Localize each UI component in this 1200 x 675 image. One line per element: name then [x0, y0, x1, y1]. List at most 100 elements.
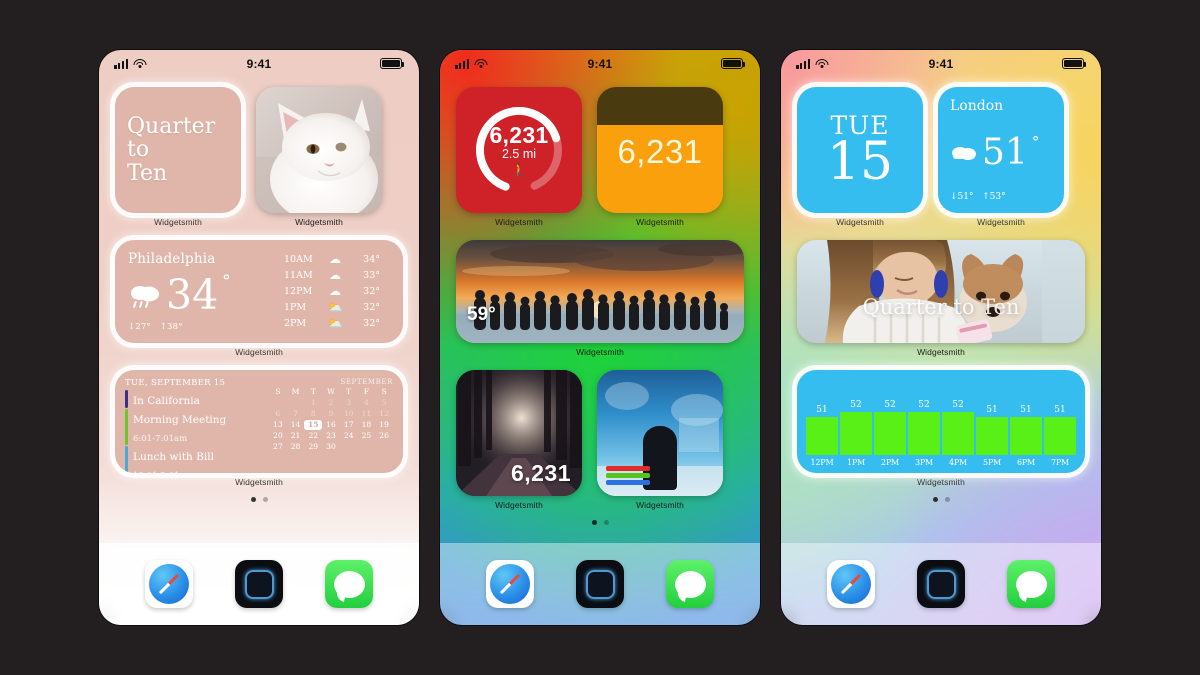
page-dots-2[interactable]	[456, 510, 744, 525]
messages-icon[interactable]	[666, 560, 714, 608]
chart-value-label: 51	[986, 405, 998, 415]
calendar-day[interactable]: 29	[304, 442, 322, 452]
calendar-day[interactable]: 4	[358, 398, 376, 408]
status-time: 9:41	[246, 56, 272, 71]
photo-caption: Quarter to Ten	[862, 294, 1020, 319]
calendar-day[interactable]: 10	[340, 409, 358, 419]
hour-temp: 34°	[363, 253, 380, 265]
chart-column: 52 4PM	[942, 378, 974, 467]
page-dots-3[interactable]	[797, 487, 1085, 502]
event-color-bar	[125, 445, 128, 473]
forest-steps-value: 6,231	[510, 460, 571, 486]
calendar-day[interactable]: 13	[269, 420, 287, 430]
widget-slot-weather-1: Philadelphia 34 ° ↓27° ↑38° 10AM ☁ 34° 1…	[115, 240, 403, 357]
white-cat-photo	[256, 87, 382, 213]
widgetsmith-icon[interactable]	[917, 560, 965, 608]
calendar-day[interactable]: 14	[287, 420, 305, 430]
hourly-temperature-chart-widget[interactable]: 51 12PM 52 1PM 52 2PM 52 3PM 52 4PM 51 5PM 51 6PM 51 7P…	[797, 370, 1085, 473]
sun-cloud-icon: ⛅	[327, 300, 343, 314]
calendar-day[interactable]: 12	[375, 409, 393, 419]
calendar-day[interactable]: 27	[269, 442, 287, 452]
widget-label: Widgetsmith	[235, 347, 283, 357]
calendar-day[interactable]: 17	[340, 420, 358, 430]
calendar-day[interactable]: 28	[287, 442, 305, 452]
calendar-day	[287, 398, 305, 408]
widget-label: Widgetsmith	[977, 217, 1025, 227]
calendar-day[interactable]: 11	[358, 409, 376, 419]
calendar-dow: F	[363, 387, 370, 396]
london-weather-widget[interactable]: London 51 ° ↓51° ↑53°	[938, 87, 1064, 213]
quarter-to-ten-widget[interactable]: Quarter to Ten	[115, 87, 241, 213]
weather-city: London	[950, 98, 1004, 114]
calendar-day[interactable]: 26	[375, 431, 393, 441]
widget-slot-chart: 51 12PM 52 1PM 52 2PM 52 3PM 52 4PM 51 5PM 51 6PM 51 7P…	[797, 370, 1085, 487]
calendar-day-today[interactable]: 15	[304, 420, 323, 430]
steps-count-widget[interactable]: 6,231	[597, 87, 723, 213]
calendar-day[interactable]: 7	[287, 409, 305, 419]
calendar-day[interactable]: 6	[269, 409, 287, 419]
calendar-day[interactable]: 18	[358, 420, 376, 430]
chart-category-label: 4PM	[948, 458, 968, 467]
event-time: 6:01-7:01am	[133, 433, 188, 444]
messages-icon[interactable]	[1007, 560, 1055, 608]
calendar-header: TUE, SEPTEMBER 15	[125, 378, 226, 388]
date-widget[interactable]: TUE 15	[797, 87, 923, 213]
calendar-day[interactable]: 21	[287, 431, 305, 441]
chart-column: 52 2PM	[874, 378, 906, 467]
safari-icon[interactable]	[827, 560, 875, 608]
calendar-day[interactable]: 1	[304, 398, 322, 408]
messages-icon[interactable]	[325, 560, 373, 608]
quarter-line-3: Ten	[127, 160, 168, 186]
chart-bar	[874, 412, 906, 455]
forest-photo-steps-widget[interactable]: 6,231	[456, 370, 582, 496]
calendar-grid[interactable]: S M T W T F S 1 2 3 4 5 6 7 8 9 10 11 12 13 14 15 16 17 18 19 20 21…	[269, 387, 393, 452]
calendar-day[interactable]: 22	[304, 431, 322, 441]
page-dots-1[interactable]	[115, 487, 403, 502]
widget-slot-forest: 6,231 Widgetsmith	[456, 370, 582, 510]
hour-temp: 32°	[363, 301, 380, 313]
calendar-day[interactable]: 5	[375, 398, 393, 408]
calendar-day[interactable]: 3	[340, 398, 358, 408]
calendar-day[interactable]: 24	[340, 431, 358, 441]
activity-ring-widget[interactable]: 6,231 2.5 mi 🚶	[456, 87, 582, 213]
widgetsmith-icon[interactable]	[576, 560, 624, 608]
hourly-row: 2PM ⛅ 32°	[284, 316, 390, 330]
calendar-dow: S	[275, 387, 281, 396]
status-time: 9:41	[587, 56, 613, 71]
calendar-day[interactable]: 2	[322, 398, 340, 408]
chart-column: 51 5PM	[976, 378, 1008, 467]
safari-icon[interactable]	[486, 560, 534, 608]
calendar-day[interactable]: 25	[358, 431, 376, 441]
battery-icon	[721, 58, 746, 69]
quarter-line-2: to	[127, 137, 150, 163]
calendar-day	[340, 442, 358, 452]
event-time: 12:01-2:01pm	[133, 471, 193, 473]
calendar-day[interactable]: 19	[375, 420, 393, 430]
safari-icon[interactable]	[145, 560, 193, 608]
steps-value: 6,231	[617, 133, 703, 170]
chart-category-label: 1PM	[846, 458, 866, 467]
calendar-day[interactable]: 9	[322, 409, 340, 419]
aquarium-photo-widget[interactable]	[597, 370, 723, 496]
battery-icon	[1062, 58, 1087, 69]
widget-slot-sunset: 59° Widgetsmith	[456, 240, 744, 357]
chart-category-label: 6PM	[1016, 458, 1036, 467]
calendar-day	[358, 442, 376, 452]
philadelphia-weather-widget[interactable]: Philadelphia 34 ° ↓27° ↑38° 10AM ☁ 34° 1…	[115, 240, 403, 343]
calendar-day[interactable]: 20	[269, 431, 287, 441]
calendar-day[interactable]: 16	[322, 420, 340, 430]
calendar-widget[interactable]: TUE, SEPTEMBER 15 In California Morning …	[115, 370, 403, 473]
widget-label: Widgetsmith	[836, 217, 884, 227]
calendar-day[interactable]: 8	[304, 409, 322, 419]
sunset-photo-weather-widget[interactable]: 59°	[456, 240, 744, 343]
widgetsmith-icon[interactable]	[235, 560, 283, 608]
widget-label: Widgetsmith	[917, 477, 965, 487]
hourly-row: 1PM ⛅ 32°	[284, 300, 390, 314]
widget-slot-quarter: Quarter to Ten Widgetsmith	[115, 87, 241, 227]
photo-quarter-to-ten-widget[interactable]: Quarter to Ten	[797, 240, 1085, 343]
widget-slot-london-weather: London 51 ° ↓51° ↑53° Widgetsmith	[938, 87, 1064, 227]
calendar-day[interactable]: 30	[322, 442, 340, 452]
calendar-day[interactable]: 23	[322, 431, 340, 441]
cat-photo-widget[interactable]	[256, 87, 382, 213]
calendar-dow: S	[381, 387, 387, 396]
